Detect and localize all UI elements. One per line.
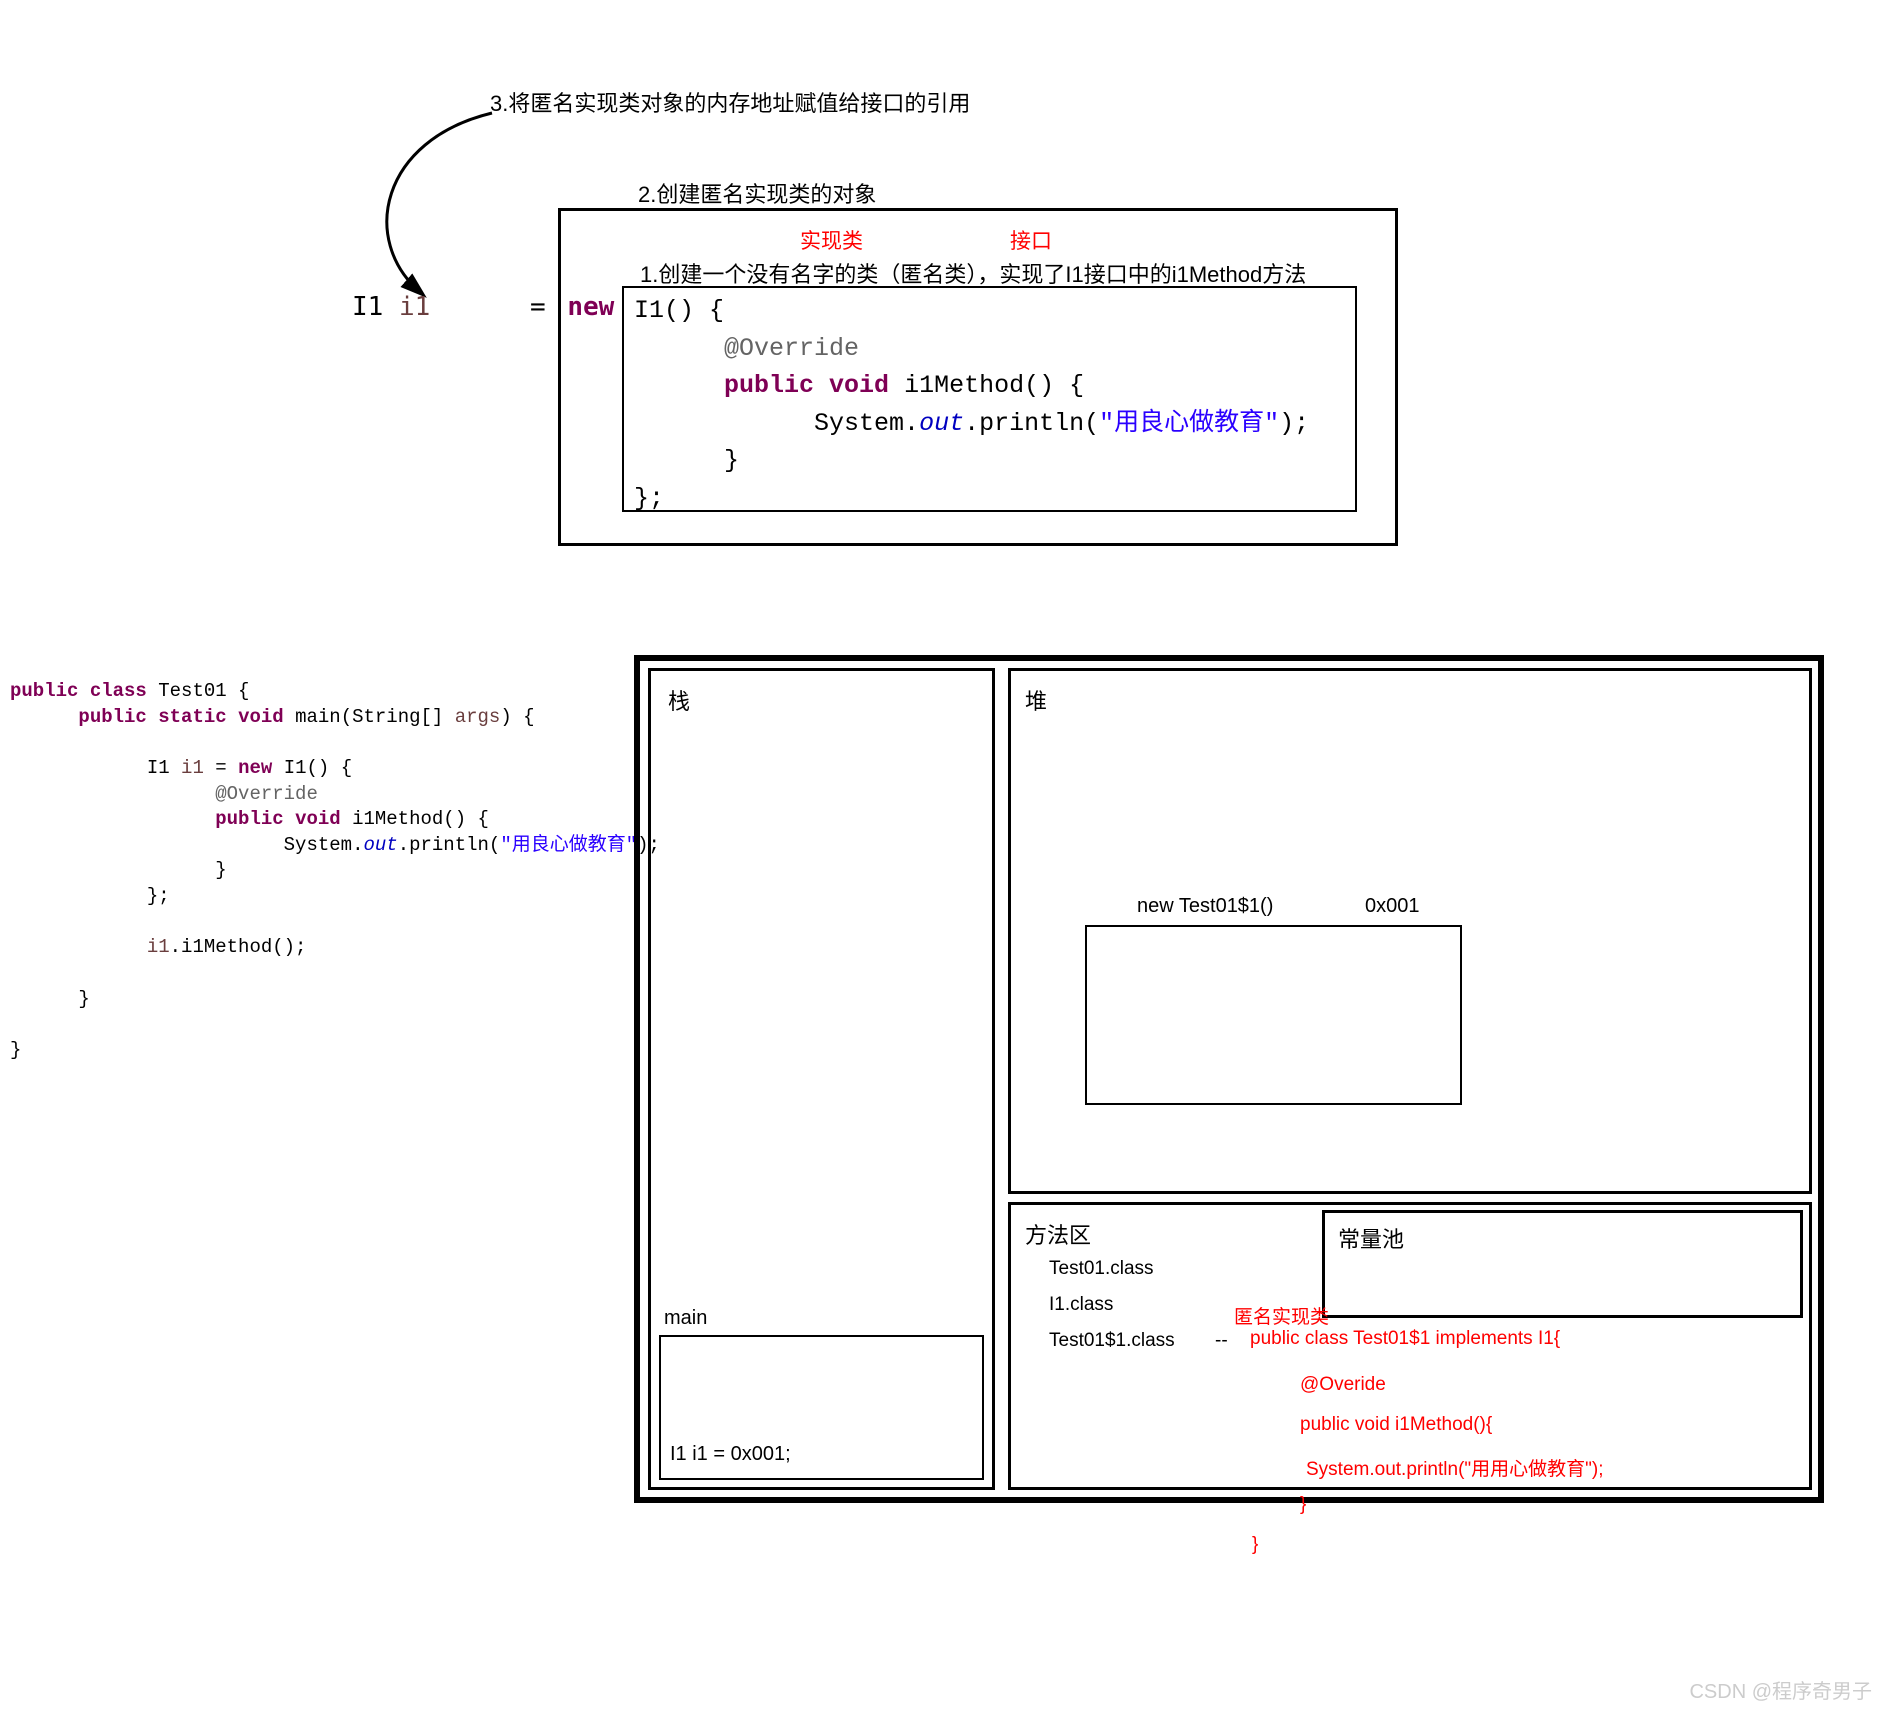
- c6: };: [634, 484, 664, 513]
- intf-label: 接口: [1010, 225, 1052, 255]
- lc7: }: [215, 859, 226, 881]
- lc6d: "用良心做教育": [500, 834, 637, 856]
- lc6b: out: [363, 834, 397, 856]
- ma-c2: I1.class: [1049, 1294, 1113, 1316]
- lc2c: void: [238, 706, 284, 728]
- decl-line: I1 i1: [352, 292, 430, 322]
- gen-l3: public void i1Method(){: [1300, 1414, 1492, 1436]
- eq-sign: =: [530, 292, 546, 322]
- step3-label: 3.将匿名实现类对象的内存地址赋值给接口的引用: [490, 86, 970, 118]
- gen-l4: System.out.println("用用心做教育");: [1306, 1454, 1604, 1481]
- decl-var: i1: [399, 292, 430, 322]
- lc3b: i1: [181, 757, 204, 779]
- gen-l1: public class Test01$1 implements I1{: [1250, 1328, 1560, 1350]
- method-area-title: 方法区: [1025, 1218, 1091, 1250]
- lc9a: i1: [147, 936, 170, 958]
- lc6c: .println(: [398, 834, 501, 856]
- inner-code: I1() { @Override public void i1Method() …: [624, 288, 1355, 521]
- lc2d: main(String[]: [284, 706, 455, 728]
- watermark: CSDN @程序奇男子: [1689, 1675, 1872, 1704]
- lc3c: =: [204, 757, 238, 779]
- lc1a: public: [10, 680, 78, 702]
- anon-label: 匿名实现类: [1234, 1302, 1329, 1329]
- heap-obj-addr: 0x001: [1365, 895, 1420, 918]
- c4b: out: [919, 409, 964, 438]
- ma-dash: --: [1215, 1330, 1228, 1352]
- lc3d: new: [238, 757, 272, 779]
- step1-label: 1.创建一个没有名字的类（匿名类），实现了I1接口中的i1Method方法: [640, 257, 1306, 289]
- lc5c: i1Method() {: [341, 808, 489, 830]
- lc5b: void: [295, 808, 341, 830]
- c3a: public: [724, 371, 814, 400]
- c5: }: [724, 446, 739, 475]
- stack-frame-line: I1 i1 = 0x001;: [670, 1443, 791, 1466]
- lc6a: System.: [284, 834, 364, 856]
- inner-box-step1: I1() { @Override public void i1Method() …: [622, 286, 1357, 512]
- lc2f: ) {: [500, 706, 534, 728]
- gen-l6: }: [1252, 1534, 1258, 1556]
- decl-type: I1: [352, 292, 383, 322]
- heap-obj-label: new Test01$1(): [1137, 895, 1273, 918]
- gen-l2: @Overide: [1300, 1374, 1386, 1396]
- code-l1: I1() {: [634, 296, 724, 325]
- c4c: .println(: [964, 409, 1099, 438]
- lc1b: class: [90, 680, 147, 702]
- c4a: System.: [814, 409, 919, 438]
- lc10: }: [78, 988, 89, 1010]
- impl-label: 实现类: [800, 225, 863, 255]
- gen-l5: }: [1300, 1494, 1306, 1516]
- lc2b: static: [158, 706, 226, 728]
- lower-code-block: public class Test01 { public static void…: [10, 679, 660, 1064]
- lc9b: .i1Method();: [170, 936, 307, 958]
- heap-title: 堆: [1025, 684, 1047, 716]
- ma-c1: Test01.class: [1049, 1258, 1154, 1280]
- stack-frame-title: main: [664, 1307, 707, 1330]
- new-kw: new: [567, 292, 614, 322]
- step2-label: 2.创建匿名实现类的对象: [638, 177, 876, 209]
- const-pool-title: 常量池: [1338, 1222, 1404, 1254]
- lc3a: I1: [147, 757, 181, 779]
- lc11: }: [10, 1039, 21, 1061]
- code-l2: @Override: [724, 334, 859, 363]
- c3c: i1Method() {: [889, 371, 1084, 400]
- ma-c3: Test01$1.class: [1049, 1330, 1175, 1352]
- decl-eq: = new: [530, 292, 614, 322]
- lc2a: public: [78, 706, 146, 728]
- lc5a: public: [215, 808, 283, 830]
- c3b: void: [829, 371, 889, 400]
- stack-title: 栈: [668, 684, 690, 716]
- lc4: @Override: [215, 783, 318, 805]
- c4d: "用良心做教育": [1099, 409, 1279, 438]
- lc3e: I1() {: [272, 757, 352, 779]
- c4e: );: [1279, 409, 1309, 438]
- lc2e: args: [455, 706, 501, 728]
- heap-obj-box: [1085, 925, 1462, 1105]
- lc1c: Test01 {: [147, 680, 250, 702]
- lc8: };: [147, 885, 170, 907]
